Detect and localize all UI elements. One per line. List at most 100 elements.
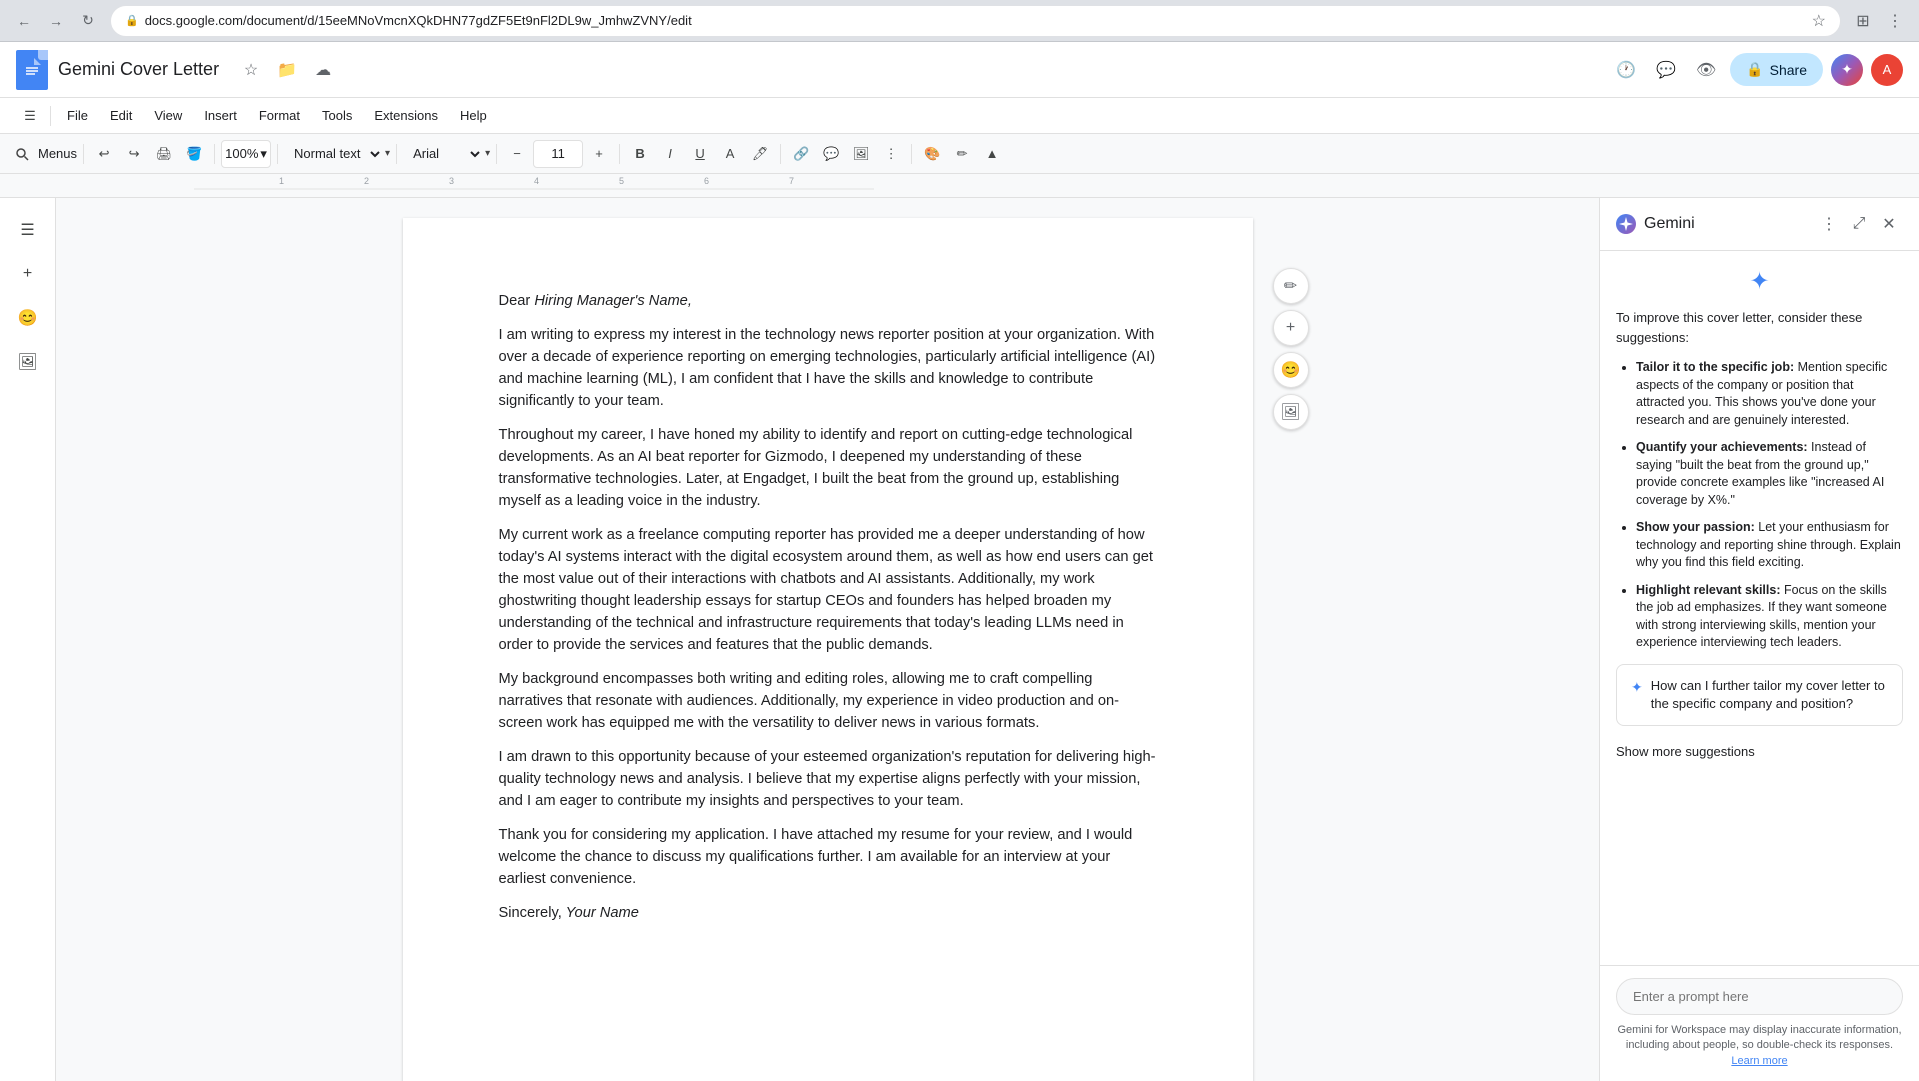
- url-text: docs.google.com/document/d/15eeMNoVmcnXQ…: [145, 13, 1806, 28]
- learn-more-link[interactable]: Learn more: [1731, 1055, 1787, 1067]
- formatting-button[interactable]: 🎨: [918, 140, 946, 168]
- add-sidebar-button[interactable]: +: [8, 254, 48, 294]
- share-label: Share: [1770, 62, 1807, 78]
- toolbar-sep-4: [396, 144, 397, 164]
- doc-paragraph-2: My current work as a freelance computing…: [499, 524, 1157, 656]
- gemini-expand-button[interactable]: ⤢: [1845, 210, 1873, 238]
- float-edit-button[interactable]: ✏: [1273, 268, 1309, 304]
- image-button[interactable]: 🖼: [847, 140, 875, 168]
- share-button[interactable]: 🔒 Share: [1730, 53, 1823, 86]
- view-mode-button[interactable]: 👁: [1690, 54, 1722, 86]
- emoji-button[interactable]: 😊: [8, 298, 48, 338]
- float-image-button[interactable]: 🖼: [1273, 394, 1309, 430]
- gemini-footer: Gemini for Workspace may display inaccur…: [1600, 965, 1919, 1081]
- menu-file[interactable]: File: [57, 104, 98, 127]
- suggestion-item-0: Tailor it to the specific job: Mention s…: [1636, 359, 1903, 429]
- toolbar-sep-1: [83, 144, 84, 164]
- gemini-close-button[interactable]: ✕: [1875, 210, 1903, 238]
- gemini-body: ✦ To improve this cover letter, consider…: [1600, 251, 1919, 965]
- style-dropdown-icon: ▾: [385, 148, 390, 159]
- increase-font-button[interactable]: +: [585, 140, 613, 168]
- doc-paragraph-1: Throughout my career, I have honed my ab…: [499, 424, 1157, 512]
- toolbar-sep-5: [496, 144, 497, 164]
- font-size-box[interactable]: 11: [533, 140, 583, 168]
- app-header: Gemini Cover Letter ☆ 📁 ☁ 🕐 💬 👁 🔒 Share …: [0, 42, 1919, 98]
- docs-icon: [16, 50, 48, 90]
- float-emoji-button[interactable]: 😊: [1273, 352, 1309, 388]
- paint-format-button[interactable]: 🪣: [180, 140, 208, 168]
- spelling-button[interactable]: ✏: [948, 140, 976, 168]
- redo-button[interactable]: ↪: [120, 140, 148, 168]
- move-button[interactable]: 📁: [271, 54, 303, 86]
- svg-text:2: 2: [364, 176, 369, 186]
- toolbar-sep-8: [911, 144, 912, 164]
- reload-button[interactable]: ↻: [74, 7, 102, 35]
- suggestion-item-1: Quantify your achievements: Instead of s…: [1636, 439, 1903, 509]
- menu-help[interactable]: Help: [450, 104, 497, 127]
- doc-area[interactable]: ✏ + 😊 🖼 Dear Hiring Manager's Name, I am…: [56, 198, 1599, 1081]
- gemini-logo-icon: [1616, 214, 1636, 234]
- browser-nav-buttons: ← → ↻: [10, 7, 102, 35]
- comments-button[interactable]: 💬: [1650, 54, 1682, 86]
- star-button[interactable]: ☆: [235, 54, 267, 86]
- menu-view[interactable]: View: [144, 104, 192, 127]
- hamburger-menu-button[interactable]: ☰: [16, 102, 44, 130]
- show-more-button[interactable]: Show more suggestions: [1616, 738, 1755, 765]
- menu-tools[interactable]: Tools: [312, 104, 362, 127]
- doc-paragraph-4: I am drawn to this opportunity because o…: [499, 746, 1157, 812]
- zoom-value: 100%: [225, 146, 258, 161]
- float-add-button[interactable]: +: [1273, 310, 1309, 346]
- doc-page: Dear Hiring Manager's Name, I am writing…: [403, 218, 1253, 1081]
- back-button[interactable]: ←: [10, 7, 38, 35]
- svg-text:1: 1: [279, 176, 284, 186]
- zoom-select[interactable]: 100% ▾: [221, 140, 271, 168]
- search-menus-button[interactable]: [8, 140, 36, 168]
- print-button[interactable]: 🖨: [150, 140, 178, 168]
- gemini-options-button[interactable]: ⋮: [1815, 210, 1843, 238]
- history-button[interactable]: 🕐: [1610, 54, 1642, 86]
- bold-button[interactable]: B: [626, 140, 654, 168]
- italic-button[interactable]: I: [656, 140, 684, 168]
- cloud-save-button[interactable]: ☁: [307, 54, 339, 86]
- suggestion-card[interactable]: ✦ How can I further tailor my cover lett…: [1616, 664, 1903, 726]
- gemini-star-section: ✦: [1616, 267, 1903, 296]
- gemini-button[interactable]: ✦: [1831, 54, 1863, 86]
- gemini-header-buttons: ⋮ ⤢ ✕: [1815, 210, 1903, 238]
- decrease-font-button[interactable]: −: [503, 140, 531, 168]
- style-select[interactable]: Normal text: [284, 140, 383, 168]
- ruler-content: 1 2 3 4 5 6 7: [0, 174, 1919, 197]
- collapse-toolbar-button[interactable]: ▲: [978, 140, 1006, 168]
- prompt-input[interactable]: [1616, 978, 1903, 1015]
- menus-label: Menus: [38, 146, 77, 161]
- undo-button[interactable]: ↩: [90, 140, 118, 168]
- address-bar[interactable]: 🔒 docs.google.com/document/d/15eeMNoVmcn…: [110, 5, 1841, 37]
- browser-actions: ⊞ ⋮: [1849, 7, 1909, 35]
- text-color-button[interactable]: A: [716, 140, 744, 168]
- extensions-button[interactable]: ⊞: [1849, 7, 1877, 35]
- suggestion-card-text: How can I further tailor my cover letter…: [1651, 677, 1888, 713]
- browser-menu-button[interactable]: ⋮: [1881, 7, 1909, 35]
- menu-edit[interactable]: Edit: [100, 104, 142, 127]
- comment-button[interactable]: 💬: [817, 140, 845, 168]
- image-sidebar-button[interactable]: 🖼: [8, 342, 48, 382]
- doc-title: Gemini Cover Letter: [58, 59, 219, 80]
- doc-paragraphs: I am writing to express my interest in t…: [499, 324, 1157, 890]
- forward-button[interactable]: →: [42, 7, 70, 35]
- menu-insert[interactable]: Insert: [194, 104, 247, 127]
- highlight-button[interactable]: 🖊: [746, 140, 774, 168]
- menu-extensions[interactable]: Extensions: [364, 104, 448, 127]
- menu-format[interactable]: Format: [249, 104, 310, 127]
- underline-button[interactable]: U: [686, 140, 714, 168]
- more-toolbar-button[interactable]: ⋮: [877, 140, 905, 168]
- ruler: 1 2 3 4 5 6 7: [0, 174, 1919, 198]
- menu-bar: ☰ File Edit View Insert Format Tools Ext…: [0, 98, 1919, 134]
- toolbar-sep-2: [214, 144, 215, 164]
- link-button[interactable]: 🔗: [787, 140, 815, 168]
- outline-button[interactable]: ☰: [8, 210, 48, 250]
- font-select[interactable]: Arial: [403, 140, 483, 168]
- bookmark-icon[interactable]: ☆: [1812, 11, 1826, 31]
- suggestion-item-3: Highlight relevant skills: Focus on the …: [1636, 582, 1903, 652]
- toolbar-sep-3: [277, 144, 278, 164]
- disclaimer-text: Gemini for Workspace may display inaccur…: [1616, 1023, 1903, 1069]
- menu-sep-1: [50, 106, 51, 126]
